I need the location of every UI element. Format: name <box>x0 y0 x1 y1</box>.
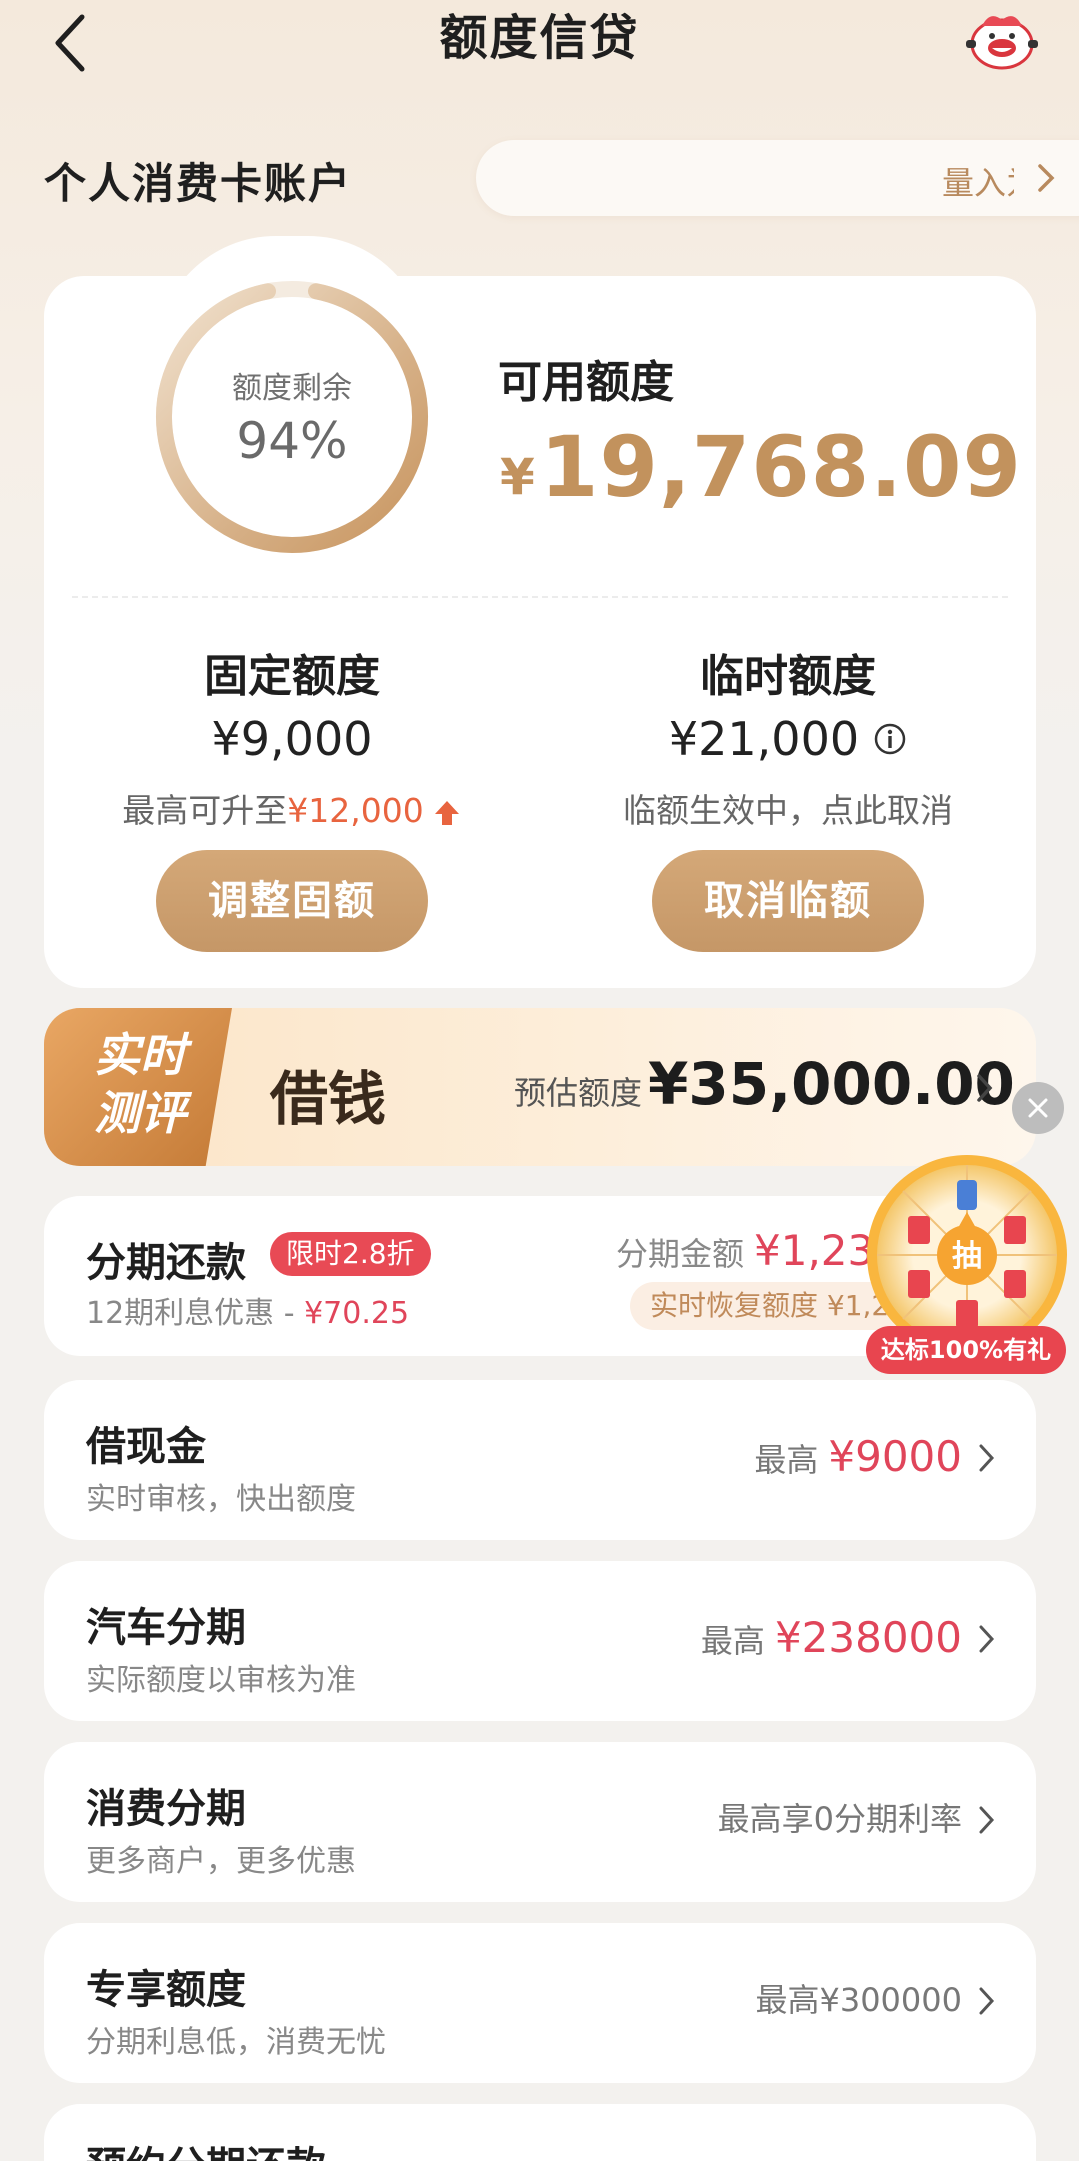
chevron-right-icon <box>979 1806 995 1834</box>
list-item-consumer-installment[interactable]: 消费分期 更多商户，更多优惠 最高享0分期利率 <box>44 1742 1036 1902</box>
installment-title: 分期还款 <box>86 1240 246 1286</box>
chevron-right-icon <box>979 1625 995 1653</box>
temp-credit-title: 临时额度 <box>700 651 876 702</box>
item-right: 最高 ¥9000 <box>754 1432 962 1481</box>
temp-credit-amount: ¥21,000 <box>668 712 860 766</box>
item-title: 预约分期还款 <box>86 2134 326 2161</box>
installment-amount: 分期金额 ¥1,23 <box>616 1226 874 1275</box>
item-right-label: 最高 <box>754 1441 819 1479</box>
item-title: 借现金 <box>86 1424 206 1470</box>
list-item-car-installment[interactable]: 汽车分期 实际额度以审核为准 最高 ¥238000 <box>44 1561 1036 1721</box>
installment-amount-label: 分期金额 <box>616 1235 745 1273</box>
available-currency: ¥ <box>500 448 535 506</box>
chevron-right-icon <box>1038 164 1055 192</box>
list-item-scheduled-repay[interactable]: 预约分期还款 <box>44 2104 1036 2161</box>
info-icon[interactable] <box>873 722 907 756</box>
item-right-amount: ¥238000 <box>774 1613 962 1662</box>
badge-line-1: 实时 <box>94 1028 186 1082</box>
account-tip-pill[interactable]: 量入为出 <box>476 140 1079 216</box>
chevron-right-icon <box>977 1074 993 1102</box>
wheel-promo-tag[interactable]: 达标100%有礼 <box>866 1326 1066 1374</box>
divider <box>72 596 1008 598</box>
estimate-value: ¥35,000.00 <box>648 1050 1015 1118</box>
item-right: 最高 ¥238000 <box>701 1613 962 1662</box>
discount-badge: 限时2.8折 <box>270 1232 431 1276</box>
item-sub: 实时审核，快出额度 <box>86 1482 356 1517</box>
item-right-label: 最高¥300000 <box>755 1981 962 2019</box>
ring-percent: 94% <box>236 412 348 470</box>
fixed-credit-amount: ¥9,000 <box>211 712 373 766</box>
close-button[interactable] <box>1012 1082 1064 1134</box>
adjust-fixed-credit-button[interactable]: 调整固额 <box>156 850 428 952</box>
available-credit-label: 可用额度 <box>498 357 674 408</box>
item-right: 最高享0分期利率 <box>718 1794 962 1840</box>
estimate-label: 预估额度 <box>514 1074 643 1112</box>
borrow-banner[interactable]: 实时 测评 借钱 预估额度 ¥35,000.00 <box>44 1008 1036 1166</box>
item-sub: 分期利息低，消费无忧 <box>86 2025 386 2060</box>
cancel-temp-credit-button[interactable]: 取消临额 <box>652 850 924 952</box>
chevron-right-icon <box>979 1444 995 1472</box>
temp-credit-amount-row: ¥21,000 <box>540 712 1036 766</box>
fixed-credit-sub: 最高可升至¥12,000 <box>44 784 540 832</box>
available-credit-value: 19,768.09 <box>540 418 1022 516</box>
account-title: 个人消费卡账户 <box>44 159 353 208</box>
item-right-label: 最高 <box>700 1622 765 1660</box>
chevron-left-icon <box>55 14 85 72</box>
back-button[interactable] <box>52 8 112 78</box>
installment-amount-value: ¥1,23 <box>754 1226 875 1275</box>
realtime-eval-badge: 实时 测评 <box>44 1008 232 1166</box>
installment-sub-prefix: 12期利息优惠 - <box>86 1296 295 1331</box>
item-sub: 更多商户，更多优惠 <box>86 1844 356 1879</box>
list-item-cash-loan[interactable]: 借现金 实时审核，快出额度 最高 ¥9000 <box>44 1380 1036 1540</box>
close-icon <box>1028 1098 1048 1118</box>
chevron-right-icon <box>979 1987 995 2015</box>
arrow-up-icon <box>434 800 459 825</box>
item-sub: 实际额度以审核为准 <box>86 1663 356 1698</box>
item-title: 专享额度 <box>86 1967 246 2013</box>
installment-discount: ¥70.25 <box>304 1296 410 1331</box>
item-title: 消费分期 <box>86 1786 246 1832</box>
wheel-center-label: 抽 <box>952 1239 982 1274</box>
fixed-credit-sub-prefix: 最高可升至 <box>122 791 288 830</box>
installment-sub: 12期利息优惠 - ¥70.25 <box>86 1288 409 1332</box>
temp-credit-sub[interactable]: 临额生效中，点此取消 <box>540 784 1036 832</box>
account-tip-text: 量入为出 <box>942 164 1014 202</box>
item-right-label: 最高享0分期利率 <box>717 1800 962 1838</box>
list-item-exclusive-credit[interactable]: 专享额度 分期利息低，消费无忧 最高¥300000 <box>44 1923 1036 2083</box>
item-right: 最高¥300000 <box>755 1975 962 2021</box>
mascot-icon[interactable] <box>962 6 1042 72</box>
badge-line-2: 测评 <box>94 1086 186 1140</box>
item-right-amount: ¥9000 <box>828 1432 962 1481</box>
fixed-credit-max: ¥12,000 <box>287 791 424 830</box>
borrow-title: 借钱 <box>270 1065 387 1133</box>
item-title: 汽车分期 <box>86 1605 246 1651</box>
ring-label: 额度剩余 <box>232 371 352 406</box>
fixed-credit-title: 固定额度 <box>204 651 380 702</box>
